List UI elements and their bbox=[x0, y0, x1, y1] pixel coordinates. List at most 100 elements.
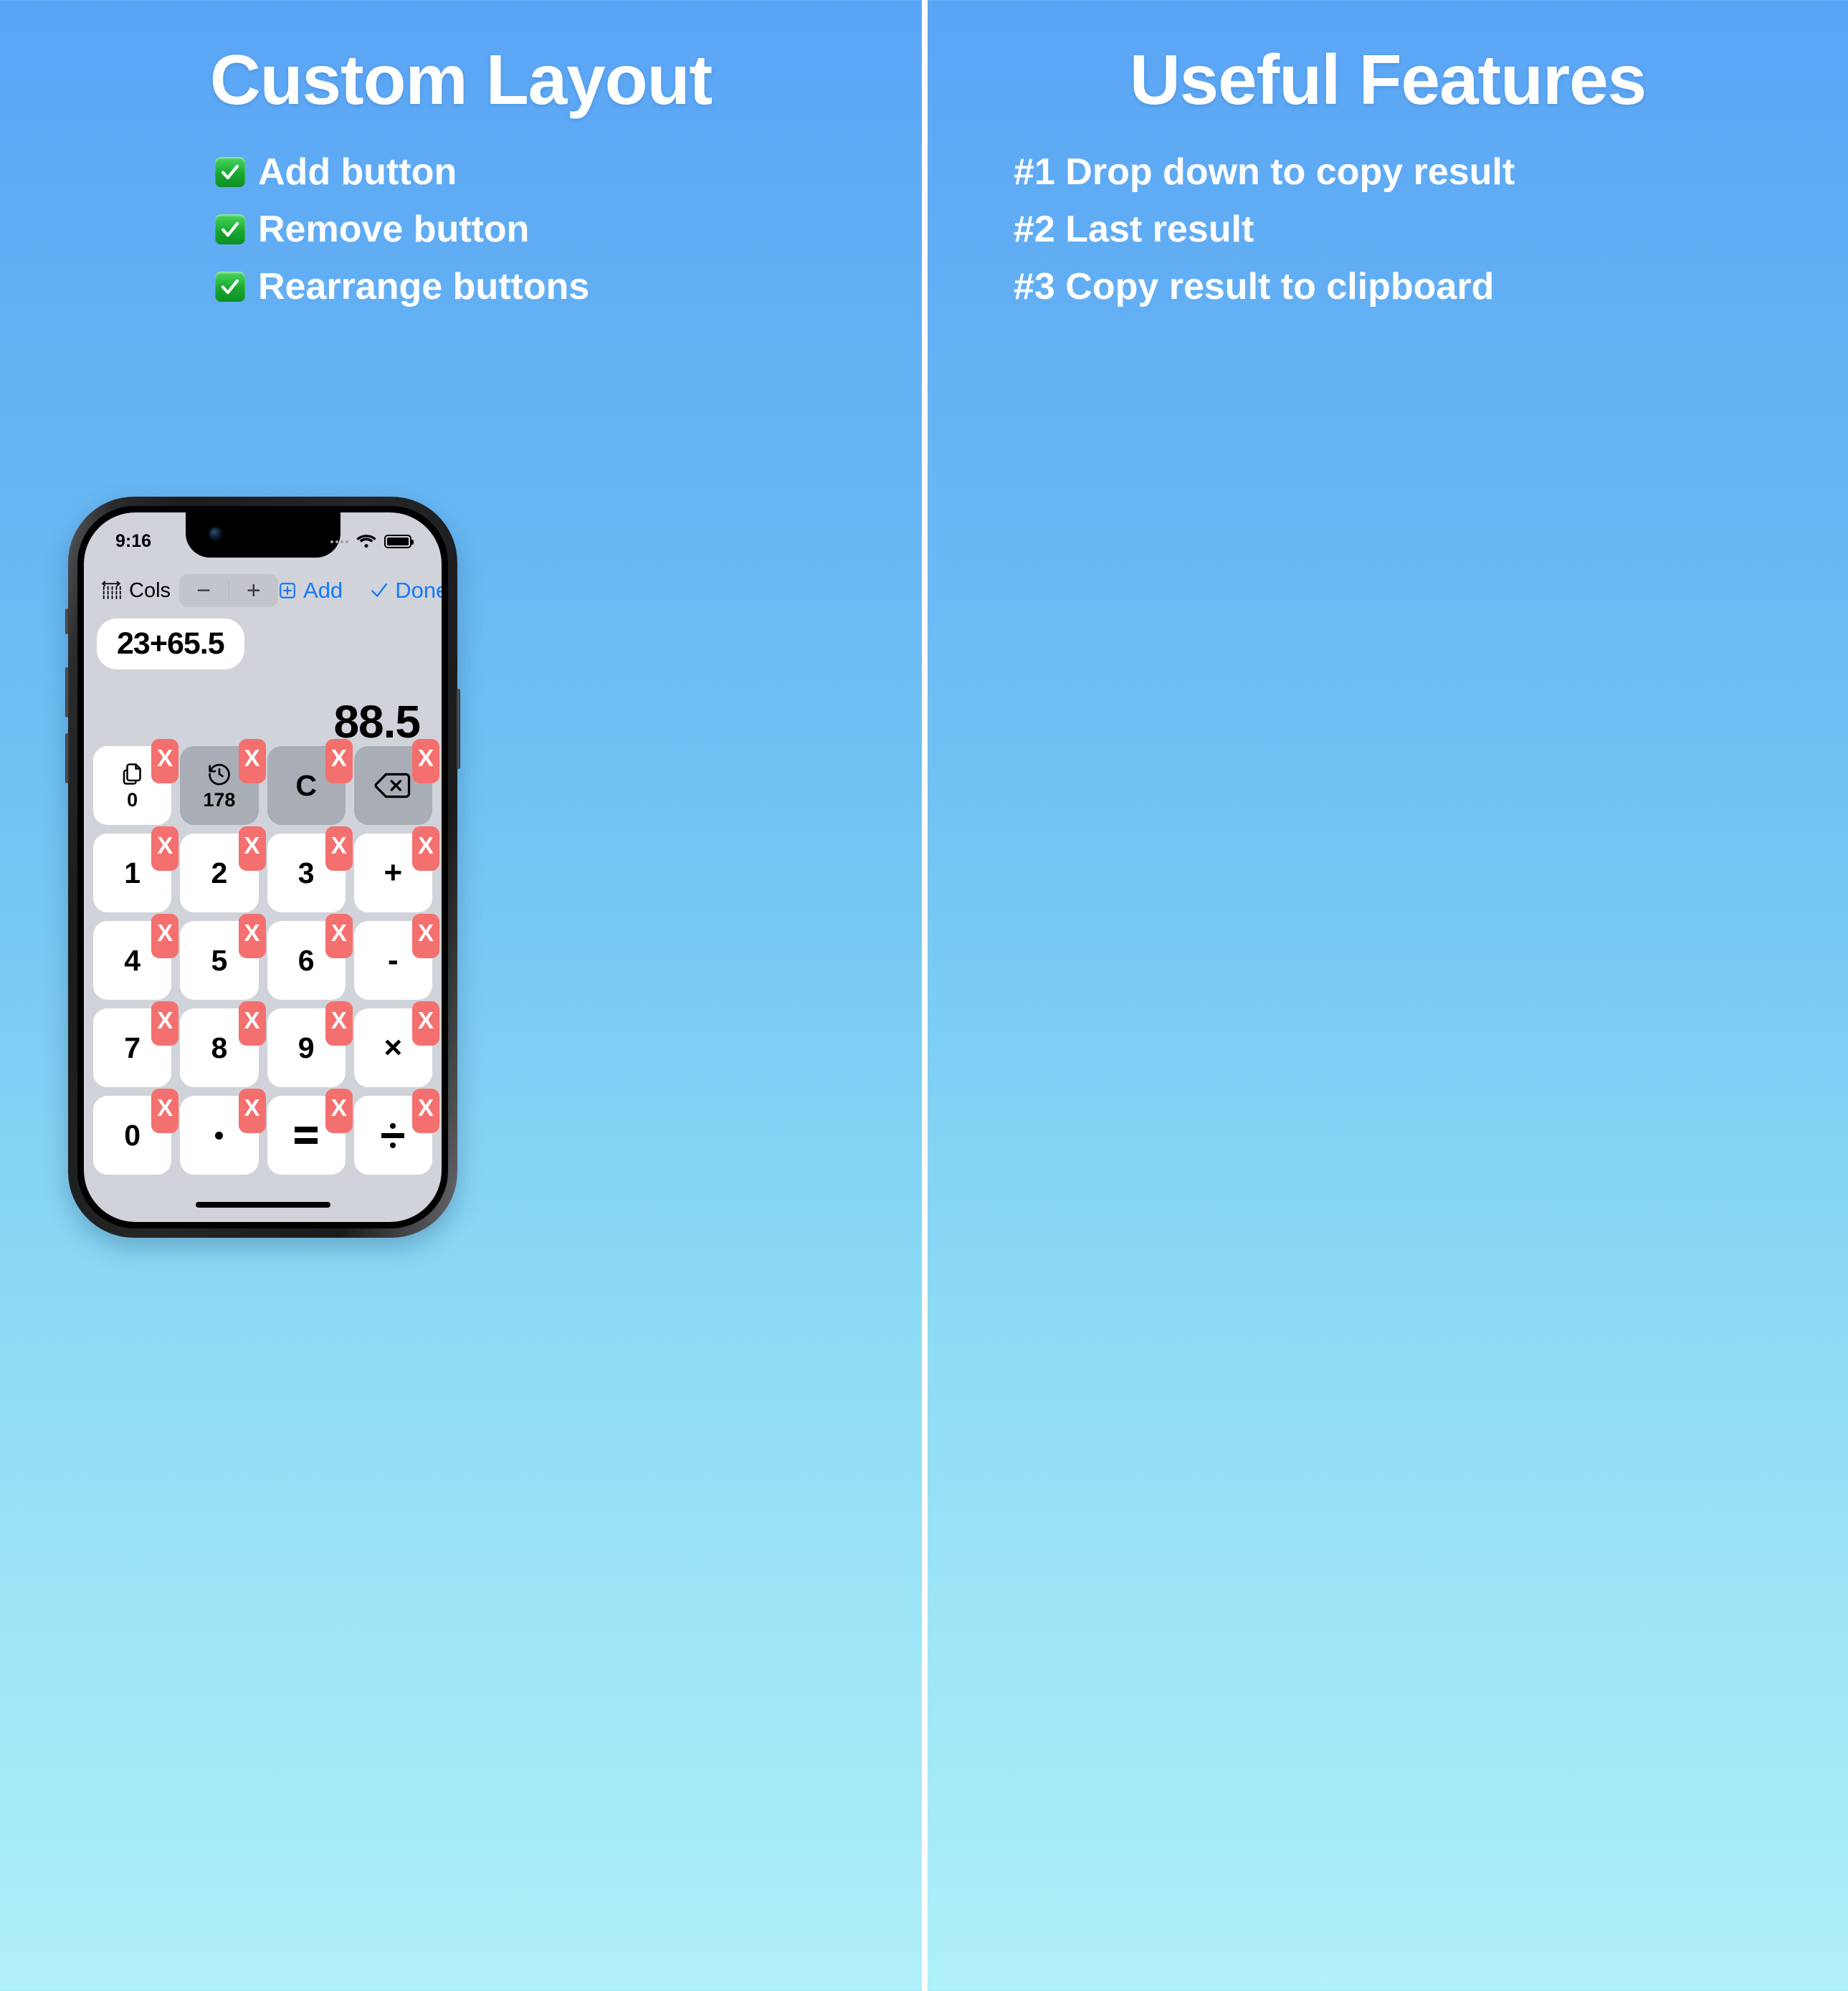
done-button-label: Done bbox=[395, 578, 442, 603]
remove-key-badge[interactable]: X bbox=[325, 826, 353, 871]
list-item: #2 Last result bbox=[1014, 211, 1848, 248]
volume-down-button[interactable] bbox=[65, 733, 69, 783]
stepper-minus-button[interactable]: − bbox=[179, 578, 229, 603]
list-item-label: #3 Copy result to clipboard bbox=[1014, 266, 1495, 307]
stepper-plus-button[interactable]: + bbox=[229, 578, 279, 603]
volume-up-button[interactable] bbox=[65, 667, 69, 717]
clear-key-label: C bbox=[295, 768, 317, 802]
columns-label-text: Cols bbox=[129, 578, 171, 602]
result-display-left: 88.5 bbox=[333, 696, 421, 748]
remove-key-badge[interactable]: X bbox=[151, 739, 179, 783]
key-2[interactable]: 2X bbox=[180, 826, 266, 912]
key-5[interactable]: 5X bbox=[180, 914, 266, 1000]
remove-key-badge[interactable]: X bbox=[325, 1001, 353, 1046]
columns-label: Cols bbox=[101, 579, 171, 603]
remove-key-badge[interactable]: X bbox=[238, 826, 266, 871]
key-8[interactable]: 8X bbox=[180, 1001, 266, 1087]
cellular-dots-icon bbox=[330, 540, 348, 543]
page-title-left: Custom Layout bbox=[209, 40, 713, 119]
key-9[interactable]: 9X bbox=[267, 1001, 353, 1087]
key-label: 7 bbox=[124, 1031, 141, 1064]
green-check-icon bbox=[215, 214, 245, 244]
key-label: 6 bbox=[297, 943, 315, 977]
key-label: 3 bbox=[297, 856, 315, 889]
mute-switch[interactable] bbox=[65, 608, 69, 634]
key-7[interactable]: 7X bbox=[93, 1001, 179, 1087]
key-label: - bbox=[388, 942, 399, 978]
list-item: #3 Copy result to clipboard bbox=[1014, 268, 1848, 305]
remove-key-badge[interactable]: X bbox=[151, 1001, 179, 1046]
clear-key[interactable]: C X bbox=[267, 739, 353, 825]
remove-key-badge[interactable]: X bbox=[238, 914, 266, 958]
list-item-label: Rearrange buttons bbox=[258, 266, 590, 307]
key-label: × bbox=[384, 1030, 403, 1065]
key-equals[interactable]: X bbox=[267, 1089, 353, 1175]
expression-display-left: 23+65.5 bbox=[97, 619, 244, 669]
key-label: 9 bbox=[297, 1031, 315, 1064]
panel-custom-layout: Custom Layout Add button Remove button R… bbox=[0, 0, 922, 1991]
list-item-label: #1 Drop down to copy result bbox=[1014, 151, 1515, 193]
checkmark-icon bbox=[370, 581, 389, 600]
key-plus[interactable]: + X bbox=[353, 826, 439, 912]
remove-key-badge[interactable]: X bbox=[412, 826, 439, 871]
power-button[interactable] bbox=[457, 689, 460, 769]
key-3[interactable]: 3X bbox=[267, 826, 353, 912]
divide-glyph bbox=[381, 1122, 405, 1148]
columns-stepper[interactable]: − + bbox=[179, 574, 279, 607]
list-item-label: Remove button bbox=[258, 209, 530, 250]
copy-key[interactable]: 0 X bbox=[93, 739, 179, 825]
green-check-icon bbox=[215, 157, 245, 187]
history-key[interactable]: 178 X bbox=[180, 739, 266, 825]
list-item-label: #2 Last result bbox=[1014, 209, 1254, 250]
backspace-icon bbox=[374, 771, 411, 800]
key-label: 8 bbox=[211, 1031, 228, 1064]
clock-rewind-icon bbox=[206, 761, 232, 787]
key-multiply[interactable]: × X bbox=[353, 1001, 439, 1087]
list-item: Remove button bbox=[215, 211, 922, 248]
backspace-key[interactable]: X bbox=[353, 739, 439, 825]
key-0[interactable]: 0X bbox=[93, 1089, 179, 1175]
remove-key-badge[interactable]: X bbox=[412, 1001, 439, 1046]
remove-key-badge[interactable]: X bbox=[325, 914, 353, 958]
key-label: 1 bbox=[124, 856, 141, 889]
remove-key-badge[interactable]: X bbox=[151, 1089, 179, 1133]
battery-full-icon bbox=[384, 535, 414, 548]
remove-key-badge[interactable]: X bbox=[151, 914, 179, 958]
key-4[interactable]: 4X bbox=[93, 914, 179, 1000]
remove-key-badge[interactable]: X bbox=[238, 1089, 266, 1133]
key-label: 2 bbox=[211, 856, 228, 889]
promo-screens: Custom Layout Add button Remove button R… bbox=[0, 0, 1848, 1991]
feature-list-left: Add button Remove button Rearrange butto… bbox=[0, 153, 922, 305]
status-time: 9:16 bbox=[115, 531, 152, 551]
key-label: 0 bbox=[124, 1118, 141, 1152]
status-bar-left: 9:16 bbox=[84, 512, 442, 558]
remove-key-badge[interactable]: X bbox=[412, 1089, 439, 1133]
home-indicator[interactable] bbox=[195, 1202, 330, 1208]
key-6[interactable]: 6X bbox=[267, 914, 353, 1000]
key-divide[interactable]: X bbox=[353, 1089, 439, 1175]
equals-glyph bbox=[295, 1127, 318, 1144]
key-label: 5 bbox=[211, 943, 228, 977]
decimal-point-glyph bbox=[215, 1131, 224, 1140]
remove-key-badge[interactable]: X bbox=[325, 1089, 353, 1133]
list-item-label: Add button bbox=[258, 151, 457, 193]
remove-key-badge[interactable]: X bbox=[412, 914, 439, 958]
feature-list-right: #1 Drop down to copy result #2 Last resu… bbox=[928, 153, 1848, 305]
wifi-icon bbox=[356, 534, 377, 550]
list-item: #1 Drop down to copy result bbox=[1014, 153, 1848, 191]
key-1[interactable]: 1X bbox=[93, 826, 179, 912]
columns-resize-icon bbox=[101, 580, 123, 601]
add-button[interactable]: Add bbox=[278, 578, 343, 603]
add-button-label: Add bbox=[303, 578, 343, 603]
app-toolbar-left: Cols − + Add Don bbox=[84, 565, 442, 616]
panel-divider bbox=[922, 0, 928, 1991]
green-check-icon bbox=[215, 272, 245, 302]
key-label: 4 bbox=[124, 943, 141, 977]
key-label: + bbox=[384, 855, 403, 890]
key-minus[interactable]: -X bbox=[353, 914, 439, 1000]
remove-key-badge[interactable]: X bbox=[151, 826, 179, 871]
key-decimal[interactable]: X bbox=[180, 1089, 266, 1175]
remove-key-badge[interactable]: X bbox=[238, 739, 266, 783]
done-button[interactable]: Done bbox=[370, 578, 442, 603]
remove-key-badge[interactable]: X bbox=[238, 1001, 266, 1046]
